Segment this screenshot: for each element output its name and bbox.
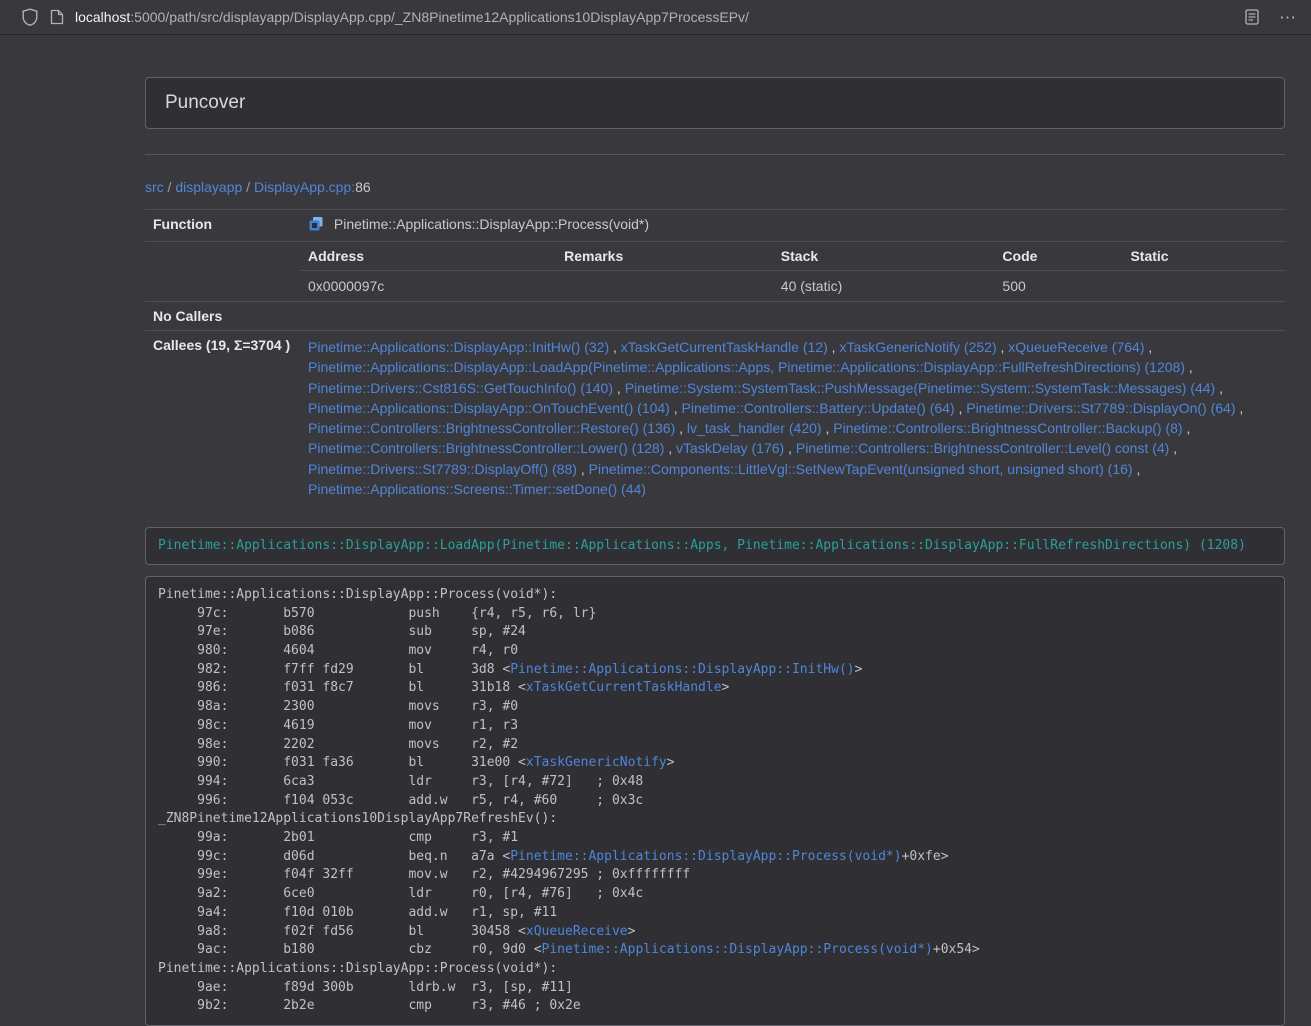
asm-symbol-link[interactable]: Pinetime::Applications::DisplayApp::Proc… xyxy=(542,942,933,957)
callee-separator: , xyxy=(577,461,589,477)
col-remarks: Remarks xyxy=(556,242,773,271)
callee-separator: , xyxy=(609,339,621,355)
row-label-callees: Callees (19, Σ=3704 ) xyxy=(145,331,300,506)
stats-table: Address Remarks Stack Code Static 0x0000… xyxy=(300,242,1285,301)
col-static: Static xyxy=(1122,242,1285,271)
asm-symbol-link[interactable]: xTaskGetCurrentTaskHandle xyxy=(526,680,722,695)
url-text: localhost:5000/path/src/displayapp/Displ… xyxy=(75,9,749,25)
callee-separator: , xyxy=(670,400,682,416)
callee-separator: , xyxy=(675,420,687,436)
breadcrumb-link[interactable]: src xyxy=(145,179,164,195)
stats-header-row: Address Remarks Stack Code Static xyxy=(300,242,1285,271)
overflow-menu-icon[interactable]: ⋯ xyxy=(1279,9,1297,26)
breadcrumb-link[interactable]: DisplayApp.cpp: xyxy=(254,179,355,195)
no-callers-row: No Callers xyxy=(145,302,1285,331)
divider xyxy=(145,154,1285,155)
function-table: Function Pinetime::Applications::Display… xyxy=(145,209,1285,505)
highlighted-symbol: Pinetime::Applications::DisplayApp::Load… xyxy=(145,527,1285,565)
breadcrumb-line-number: 86 xyxy=(355,179,371,195)
callee-separator: , xyxy=(1236,400,1244,416)
col-stack: Stack xyxy=(773,242,995,271)
breadcrumb-separator: / xyxy=(242,179,254,195)
asm-symbol-link[interactable]: xQueueReceive xyxy=(526,924,628,939)
function-icon xyxy=(308,216,324,235)
callee-separator: , xyxy=(1183,420,1191,436)
callee-separator: , xyxy=(1215,380,1223,396)
breadcrumb: src / displayapp / DisplayApp.cpp:86 xyxy=(145,179,1285,195)
breadcrumb-separator: / xyxy=(164,179,176,195)
callee-link[interactable]: xTaskGenericNotify (252) xyxy=(839,339,996,355)
value-address: 0x0000097c xyxy=(300,271,556,302)
callee-separator: , xyxy=(1133,461,1141,477)
row-label-function: Function xyxy=(145,210,300,242)
callees-row: Callees (19, Σ=3704 ) Pinetime::Applicat… xyxy=(145,331,1285,506)
value-code: 500 xyxy=(994,271,1122,302)
callee-link[interactable]: xQueueReceive (764) xyxy=(1008,339,1144,355)
callee-separator: , xyxy=(1185,359,1193,375)
callee-link[interactable]: Pinetime::Applications::DisplayApp::Init… xyxy=(308,339,609,355)
asm-symbol-link[interactable]: Pinetime::Applications::DisplayApp::Proc… xyxy=(510,849,901,864)
callee-link[interactable]: Pinetime::Applications::DisplayApp::Load… xyxy=(308,359,1185,375)
no-callers-cell xyxy=(300,302,1285,331)
page-icon[interactable] xyxy=(50,9,64,25)
col-address: Address xyxy=(300,242,556,271)
breadcrumb-link[interactable]: displayapp xyxy=(175,179,242,195)
col-code: Code xyxy=(994,242,1122,271)
callee-link[interactable]: Pinetime::Components::LittleVgl::SetNewT… xyxy=(589,461,1133,477)
value-remarks xyxy=(556,271,773,302)
stats-values-row: 0x0000097c 40 (static) 500 xyxy=(300,271,1285,302)
asm-symbol-link[interactable]: xTaskGenericNotify xyxy=(526,755,667,770)
disassembly-box: Pinetime::Applications::DisplayApp::Proc… xyxy=(145,576,1285,1026)
address-bar[interactable]: localhost:5000/path/src/displayapp/Displ… xyxy=(50,9,1233,25)
app-header: Puncover xyxy=(145,77,1285,129)
callee-link[interactable]: Pinetime::Controllers::BrightnessControl… xyxy=(308,440,664,456)
callee-separator: , xyxy=(955,400,967,416)
url-path: :5000/path/src/displayapp/DisplayApp.cpp… xyxy=(130,9,749,25)
callee-separator: , xyxy=(613,380,625,396)
value-static xyxy=(1122,271,1285,302)
callee-link[interactable]: Pinetime::Controllers::BrightnessControl… xyxy=(796,440,1169,456)
callee-link[interactable]: Pinetime::Drivers::St7789::DisplayOff() … xyxy=(308,461,577,477)
callee-link[interactable]: Pinetime::Controllers::BrightnessControl… xyxy=(833,420,1182,436)
callee-link[interactable]: Pinetime::Controllers::BrightnessControl… xyxy=(308,420,675,436)
function-row: Function Pinetime::Applications::Display… xyxy=(145,210,1285,242)
reader-view-icon[interactable] xyxy=(1245,9,1259,25)
callee-link[interactable]: Pinetime::Applications::Screens::Timer::… xyxy=(308,481,646,497)
page-container: Puncover src / displayapp / DisplayApp.c… xyxy=(145,77,1285,1026)
callee-separator: , xyxy=(664,440,676,456)
stats-cell: Address Remarks Stack Code Static 0x0000… xyxy=(300,242,1285,302)
callee-link[interactable]: xTaskGetCurrentTaskHandle (12) xyxy=(621,339,828,355)
callee-link[interactable]: lv_task_handler (420) xyxy=(687,420,822,436)
browser-toolbar: localhost:5000/path/src/displayapp/Displ… xyxy=(0,0,1311,35)
shield-icon[interactable] xyxy=(22,8,38,26)
callee-link[interactable]: Pinetime::Controllers::Battery::Update()… xyxy=(682,400,955,416)
row-label-empty xyxy=(145,242,300,302)
asm-symbol-link[interactable]: Pinetime::Applications::DisplayApp::Init… xyxy=(510,662,854,677)
function-name: Pinetime::Applications::DisplayApp::Proc… xyxy=(334,216,649,232)
callee-separator: , xyxy=(822,420,834,436)
app-title[interactable]: Puncover xyxy=(165,92,245,113)
callee-link[interactable]: Pinetime::System::SystemTask::PushMessag… xyxy=(625,380,1216,396)
toolbar-right: ⋯ xyxy=(1245,9,1297,26)
callee-link[interactable]: Pinetime::Applications::DisplayApp::OnTo… xyxy=(308,400,670,416)
callee-link[interactable]: Pinetime::Drivers::St7789::DisplayOn() (… xyxy=(966,400,1235,416)
function-name-cell: Pinetime::Applications::DisplayApp::Proc… xyxy=(300,210,1285,242)
value-stack: 40 (static) xyxy=(773,271,995,302)
stats-row: Address Remarks Stack Code Static 0x0000… xyxy=(145,242,1285,302)
callee-separator: , xyxy=(784,440,796,456)
callees-cell: Pinetime::Applications::DisplayApp::Init… xyxy=(300,331,1285,506)
callee-separator: , xyxy=(1169,440,1177,456)
callee-separator: , xyxy=(1144,339,1152,355)
callee-separator: , xyxy=(828,339,840,355)
disassembly: Pinetime::Applications::DisplayApp::Proc… xyxy=(158,586,1272,1016)
url-host: localhost xyxy=(75,9,130,25)
callee-link[interactable]: vTaskDelay (176) xyxy=(676,440,784,456)
callee-link[interactable]: Pinetime::Drivers::Cst816S::GetTouchInfo… xyxy=(308,380,613,396)
row-label-no-callers: No Callers xyxy=(145,302,300,331)
callee-separator: , xyxy=(997,339,1009,355)
